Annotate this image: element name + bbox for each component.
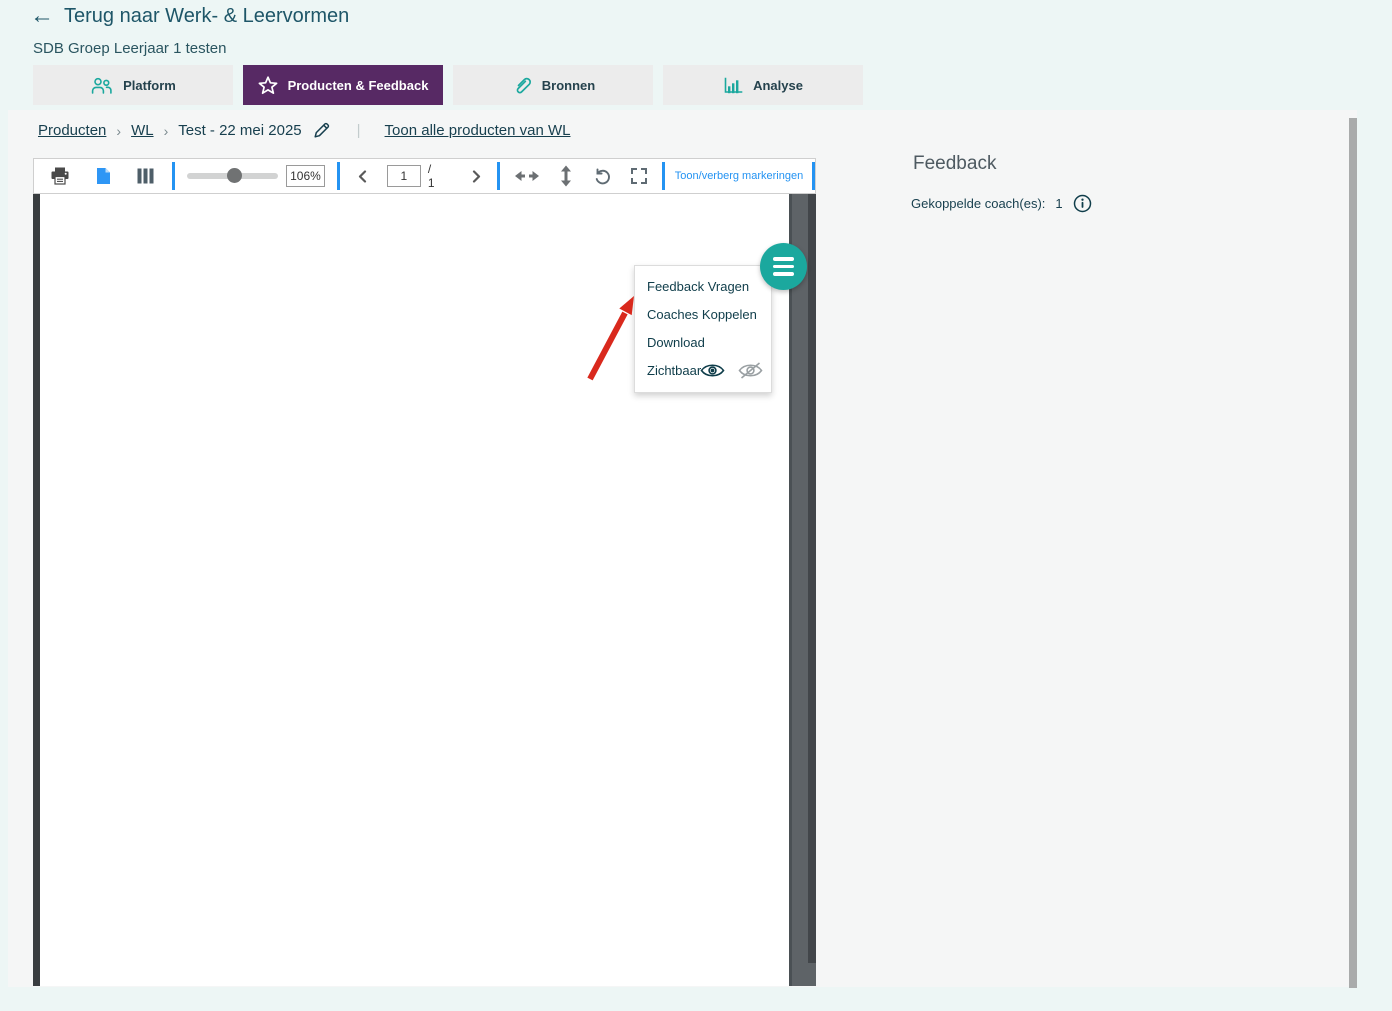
eye-icon[interactable] [700,362,725,379]
zoom-level-value[interactable]: 106% [286,165,325,187]
product-context-menu: Feedback Vragen Coaches Koppelen Downloa… [634,265,772,393]
breadcrumb-separator: › [164,123,169,139]
info-circle-icon[interactable] [1073,194,1092,213]
breadcrumb-current: Test - 22 mei 2025 [178,122,301,139]
fit-height-icon[interactable] [559,165,573,187]
breadcrumb-divider: | [357,122,361,139]
page-count: / 1 [428,162,440,190]
feedback-panel-title: Feedback [913,153,996,175]
visibility-row: Zichtbaar [635,356,771,384]
visibility-label: Zichtbaar [647,363,701,378]
pdf-toolbar: 106% / 1 [33,158,816,194]
hamburger-menu-icon [773,257,794,261]
breadcrumb: Producten › WL › Test - 22 mei 2025 | To… [38,121,571,140]
tab-producten-feedback[interactable]: Producten & Feedback [243,65,443,105]
coach-row: Gekoppelde coach(es): 1 [911,194,1092,213]
people-icon [90,77,113,94]
page-scrollbar[interactable] [1349,118,1357,988]
zoom-slider[interactable] [187,173,278,179]
breadcrumb-producten[interactable]: Producten [38,122,106,139]
coaches-label: Gekoppelde coach(es): [911,196,1045,211]
thumbnails-columns-icon[interactable] [137,168,154,184]
tab-analyse[interactable]: Analyse [663,65,863,105]
toggle-markings-link[interactable]: Toon/verberg markeringen [675,170,803,182]
coaches-count: 1 [1055,196,1062,211]
page-title: Terug naar Werk- & Leervormen [64,5,349,28]
eye-slash-icon[interactable] [738,362,763,379]
pdf-canvas-area: Feedback Vragen Coaches Koppelen Downloa… [33,194,816,986]
menu-item-coaches-koppelen[interactable]: Coaches Koppelen [635,300,771,328]
show-all-products-link[interactable]: Toon alle producten van WL [385,122,571,139]
paperclip-icon [511,76,532,95]
content-panel: Producten › WL › Test - 22 mei 2025 | To… [8,110,1357,987]
tab-bronnen[interactable]: Bronnen [453,65,653,105]
back-link[interactable]: ← Terug naar Werk- & Leervormen [30,4,349,28]
toolbar-divider [337,162,340,190]
page-number-input[interactable] [387,165,421,187]
toolbar-divider [812,162,815,190]
document-icon[interactable] [96,167,111,185]
fullscreen-icon[interactable] [630,167,648,185]
tab-platform[interactable]: Platform [33,65,233,105]
breadcrumb-separator: › [116,123,121,139]
toolbar-divider [662,162,665,190]
main-tabs: Platform Producten & Feedback Bronnen An… [33,65,863,105]
star-icon [258,76,278,95]
pdf-scrollbar[interactable] [808,194,816,963]
tab-label: Analyse [753,78,803,93]
tab-label: Platform [123,78,176,93]
product-menu-fab[interactable] [760,243,807,290]
bar-chart-icon [723,77,743,94]
tab-label: Bronnen [542,78,595,93]
pdf-gutter-left [33,194,40,986]
previous-page-icon[interactable] [358,170,367,183]
edit-pencil-icon[interactable] [312,121,331,140]
fit-width-icon[interactable] [513,169,541,183]
menu-item-feedback-vragen[interactable]: Feedback Vragen [635,272,771,300]
zoom-slider-thumb[interactable] [227,168,242,183]
pdf-viewer: 106% / 1 [33,158,816,987]
menu-item-download[interactable]: Download [635,328,771,356]
back-arrow-icon[interactable]: ← [30,4,54,28]
toolbar-divider [172,162,175,190]
rotate-icon[interactable] [593,167,612,186]
app-root: { "header": { "back_label": "Terug naar … [0,0,1392,1011]
toolbar-divider [497,162,500,190]
group-subtitle: SDB Groep Leerjaar 1 testen [33,40,226,57]
print-icon[interactable] [50,167,70,185]
tab-label: Producten & Feedback [288,78,429,93]
breadcrumb-wl[interactable]: WL [131,122,154,139]
next-page-icon[interactable] [472,170,481,183]
